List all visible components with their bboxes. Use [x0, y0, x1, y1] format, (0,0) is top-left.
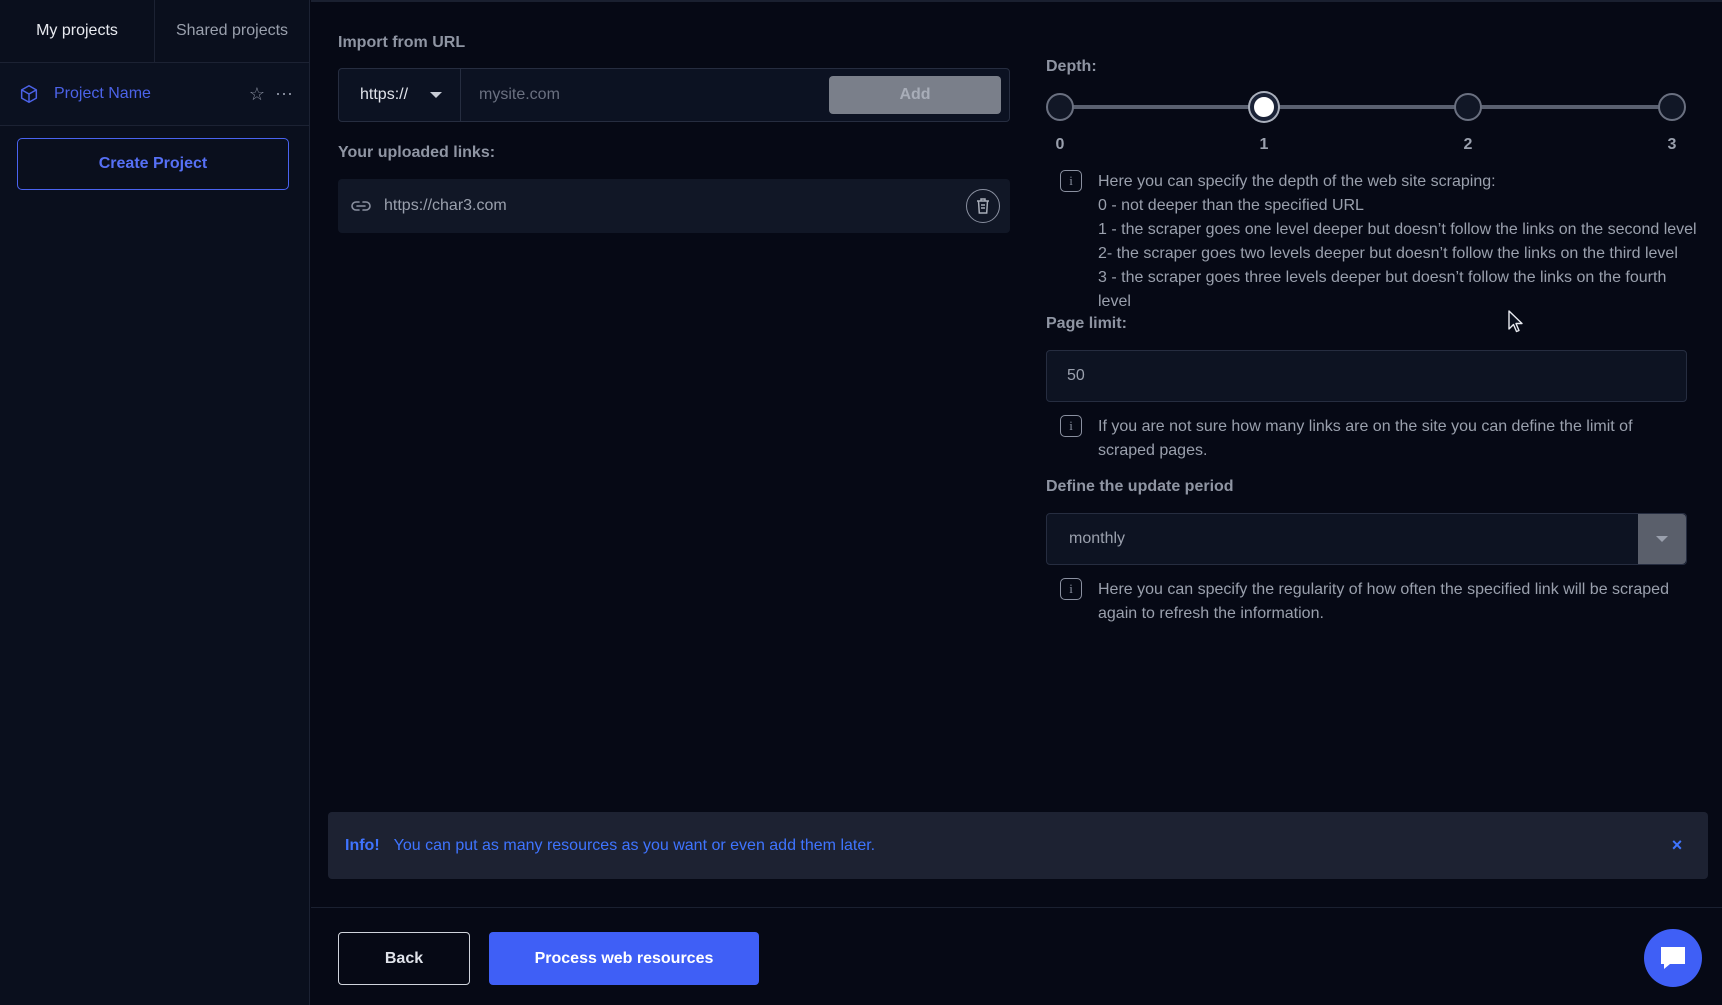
url-input[interactable] [461, 69, 829, 121]
depth-info-line: 0 - not deeper than the specified URL [1098, 197, 1364, 214]
info-icon: i [1060, 170, 1082, 192]
depth-label-3: 3 [1667, 136, 1677, 153]
protocol-select[interactable]: https:// [339, 69, 461, 121]
page-limit-value: 50 [1067, 367, 1085, 384]
alert-text: You can put as many resources as you wan… [393, 836, 876, 854]
depth-slider[interactable] [1046, 92, 1698, 122]
add-button[interactable]: Add [829, 76, 1001, 114]
main-panel: Import from URL https:// Add Your upload… [311, 0, 1722, 1005]
uploaded-link-url: https://char3.com [384, 197, 507, 214]
mouse-cursor-icon [1508, 310, 1523, 333]
protocol-value: https:// [360, 86, 409, 103]
project-tabs: My projects Shared projects [0, 0, 309, 63]
link-icon [351, 201, 371, 211]
depth-info-line: 1 - the scraper goes one level deeper bu… [1098, 221, 1697, 238]
create-project-button[interactable]: Create Project [17, 138, 289, 190]
update-period-info-text: Here you can specify the regularity of h… [1098, 581, 1669, 622]
info-icon: i [1060, 415, 1082, 437]
depth-info-line: 2- the scraper goes two levels deeper bu… [1098, 245, 1678, 262]
depth-info-line: Here you can specify the depth of the we… [1098, 173, 1496, 190]
uploaded-links-title: Your uploaded links: [338, 144, 496, 161]
depth-info-line: 3 - the scraper goes three levels deeper… [1098, 269, 1667, 310]
update-period-select[interactable]: monthly [1046, 513, 1687, 565]
page-limit-info: i If you are not sure how many links are… [1060, 415, 1690, 463]
update-period-value: monthly [1069, 530, 1126, 547]
info-icon: i [1060, 578, 1082, 600]
page-limit-title: Page limit: [1046, 315, 1127, 332]
star-icon[interactable]: ☆ [249, 84, 265, 105]
tab-shared-projects[interactable]: Shared projects [154, 0, 309, 62]
close-icon[interactable]: × [1663, 835, 1691, 856]
depth-label-0: 0 [1055, 136, 1065, 153]
page-limit-info-text: If you are not sure how many links are o… [1098, 418, 1633, 459]
sidebar: My projects Shared projects Project Name… [0, 0, 310, 1005]
update-period-info: i Here you can specify the regularity of… [1060, 578, 1700, 626]
page-limit-input[interactable]: 50 [1046, 350, 1687, 402]
trash-icon [977, 198, 989, 214]
depth-track [1060, 105, 1684, 109]
tab-my-projects[interactable]: My projects [0, 0, 154, 62]
url-import-bar: https:// Add [338, 68, 1010, 122]
depth-knob-2[interactable] [1454, 93, 1482, 121]
cube-icon [20, 85, 38, 103]
chat-icon [1661, 947, 1685, 969]
depth-knob-3[interactable] [1658, 93, 1686, 121]
alert-title: Info! [345, 836, 380, 854]
delete-link-button[interactable] [966, 189, 1000, 223]
depth-knob-1[interactable] [1250, 93, 1278, 121]
select-arrow[interactable] [1638, 514, 1686, 564]
back-button[interactable]: Back [338, 932, 470, 985]
depth-label-2: 2 [1463, 136, 1473, 153]
depth-info-text: Here you can specify the depth of the we… [1098, 170, 1700, 314]
depth-info: i Here you can specify the depth of the … [1060, 170, 1700, 314]
project-name: Project Name [54, 85, 151, 102]
depth-knob-0[interactable] [1046, 93, 1074, 121]
chevron-down-icon [430, 92, 442, 98]
chat-button[interactable] [1644, 929, 1702, 987]
process-web-resources-button[interactable]: Process web resources [489, 932, 759, 985]
depth-title: Depth: [1046, 58, 1097, 75]
update-period-title: Define the update period [1046, 478, 1234, 495]
project-item[interactable]: Project Name ☆ ⋯ [0, 63, 309, 126]
more-icon[interactable]: ⋯ [275, 84, 293, 105]
chevron-down-icon [1656, 536, 1668, 542]
info-alert: Info! You can put as many resources as y… [328, 812, 1708, 879]
depth-label-1: 1 [1259, 136, 1269, 153]
footer-divider [311, 907, 1722, 908]
import-title: Import from URL [338, 34, 466, 51]
uploaded-link-item: https://char3.com [338, 179, 1010, 233]
top-divider [311, 0, 1722, 2]
